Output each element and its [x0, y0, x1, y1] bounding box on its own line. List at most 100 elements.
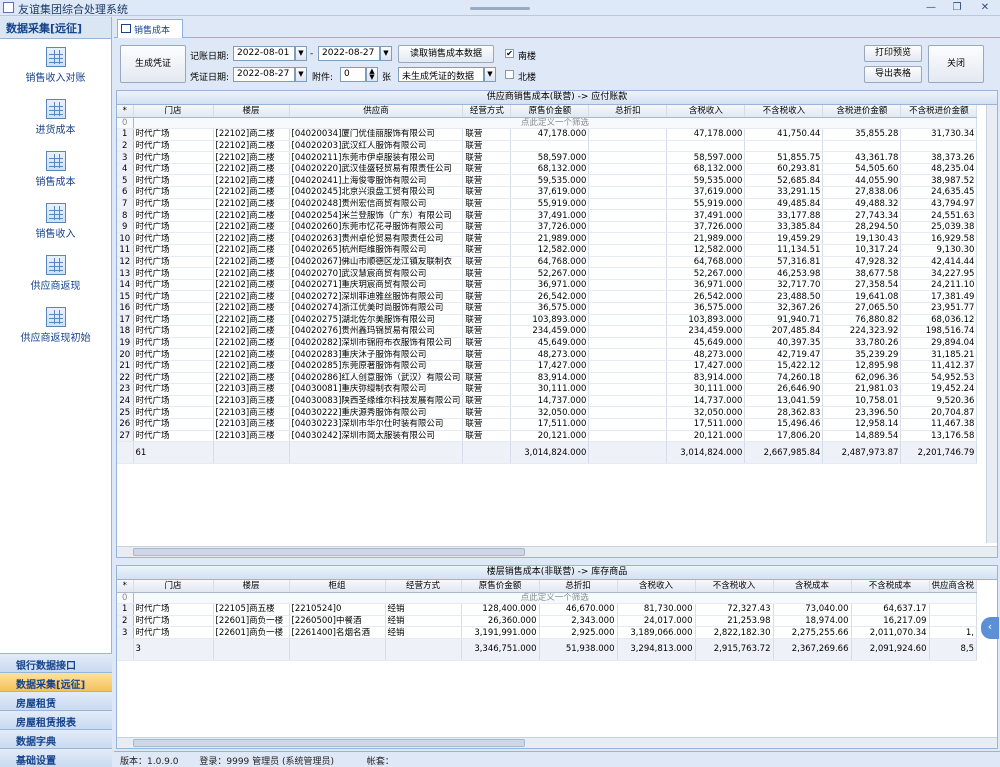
record-date-to-dropdown[interactable]: ▼ — [380, 46, 392, 61]
table-row[interactable]: 6 时代广场 [22102]商二楼 [04020245]北京兴浪盘工贸有限公司 联营 37… — [117, 186, 978, 199]
voucher-status-dropdown[interactable]: ▼ — [484, 67, 496, 82]
sidebar-category-0[interactable]: 银行数据接口 — [0, 653, 112, 672]
table-row[interactable]: 27 时代广场 [22103]商三楼 [04030242]深圳市简太服装有限公司 联营 2… — [117, 430, 978, 443]
table-row[interactable]: 19 时代广场 [22102]商二楼 [04020282]深圳市锦府布衣服饰有限公司联… — [117, 337, 978, 350]
tab-sales-cost[interactable]: 销售成本 — [117, 19, 183, 38]
column-header[interactable]: 含税收入 — [666, 105, 746, 118]
table-cell: 103,893.000 — [510, 314, 590, 327]
column-header[interactable]: * — [117, 580, 134, 593]
column-header[interactable]: 经营方式 — [385, 580, 462, 593]
close-window-button[interactable]: ✕ — [974, 0, 996, 15]
table-row[interactable]: 17 时代广场 [22102]商二楼 [04020275]湖北佐尔美服饰有限公司 联营 1… — [117, 314, 978, 327]
table-row[interactable]: 3 时代广场 [22601]商负一楼 [2261400]名烟名酒 经销 3,191,991… — [117, 626, 978, 639]
table-row[interactable]: 15 时代广场 [22102]商二楼 [04020272]深圳菲迪雅丝服饰有限公司 联营… — [117, 290, 978, 303]
table-cell: 联营 — [462, 267, 512, 280]
south-building-checkbox[interactable]: ✔ — [505, 49, 514, 58]
sidebar-category-4[interactable]: 数据字典 — [0, 729, 112, 748]
attachment-count-input[interactable]: 0 — [340, 67, 366, 82]
column-header[interactable]: 含税进价金额 — [822, 105, 902, 118]
voucher-date-input[interactable]: 2022-08-27 — [233, 67, 295, 82]
table-row[interactable]: 14 时代广场 [22102]商二楼 [04020271]重庆玥宸商贸有限公司 联营 36… — [117, 279, 978, 292]
sidebar-item-0[interactable]: 销售收入对账 — [0, 47, 111, 99]
table-cell — [588, 302, 668, 315]
sidebar-item-2[interactable]: 销售成本 — [0, 151, 111, 203]
table-row[interactable]: 2 时代广场 [22102]商二楼 [04020203]武汉红人服饰有限公司 联营 — [117, 140, 978, 153]
grid1-horizontal-scrollbar[interactable] — [117, 546, 997, 557]
table-row[interactable]: 21 时代广场 [22102]商二楼 [04020285]东莞原著服饰有限公司 联营 17… — [117, 360, 978, 373]
column-header[interactable]: 原售价金额 — [510, 105, 590, 118]
table-row[interactable]: 8 时代广场 [22102]商二楼 [04020254]米兰登服饰（广东）有限公司 联营… — [117, 209, 978, 222]
table-row[interactable]: 10 时代广场 [22102]商二楼 [04020263]贵州卓伦贸易有限责任公司 联营… — [117, 232, 978, 246]
record-date-to-input[interactable]: 2022-08-27 — [318, 46, 380, 61]
generate-voucher-button[interactable]: 生成凭证 — [120, 45, 186, 83]
filter-row[interactable]: 点此定义一个筛选 — [133, 117, 978, 130]
table-cell: [22102]商二楼 — [213, 151, 290, 164]
column-header[interactable]: 含税成本 — [773, 580, 852, 593]
expand-panel-icon[interactable]: ‹ — [981, 617, 999, 639]
table-row[interactable]: 18 时代广场 [22102]商二楼 [04020276]贵州鑫玛锦贸易有限公司 联营 2… — [117, 325, 978, 338]
column-header[interactable]: 楼层 — [213, 580, 290, 593]
sidebar-item-3[interactable]: 销售收入 — [0, 203, 111, 255]
sidebar-category-5[interactable]: 基础设置 — [0, 748, 112, 767]
table-row[interactable]: 13 时代广场 [22102]商二楼 [04020270]武汉慧宸商贸有限公司 联营 52… — [117, 267, 978, 280]
grid2-horizontal-scrollbar[interactable] — [117, 737, 997, 748]
filter-row[interactable]: 点此定义一个筛选 — [133, 592, 978, 605]
column-header[interactable]: 总折扣 — [588, 105, 668, 118]
table-row[interactable]: 3 时代广场 [22102]商二楼 [04020211]东莞市伊卓服装有限公司 联营 58… — [117, 151, 978, 164]
sidebar-item-5[interactable]: 供应商返现初始 — [0, 307, 111, 359]
table-row[interactable]: 1 时代广场 [22105]商五楼 [2210524]0 经销 128,400.000 46… — [117, 603, 978, 616]
table-row[interactable]: 11 时代广场 [22102]商二楼 [04020265]杭州皑维服饰有限公司 联营 12… — [117, 244, 978, 257]
table-row[interactable]: 24 时代广场 [22103]商三楼 [04030083]陕西圣缘维尔科技发展有限公司… — [117, 395, 978, 408]
column-header[interactable]: 不含税收入 — [744, 105, 824, 118]
column-header[interactable]: 经营方式 — [462, 105, 512, 118]
column-header[interactable]: 供应商含税 — [929, 580, 978, 593]
column-header[interactable]: 不含税成本 — [851, 580, 930, 593]
sidebar-item-4[interactable]: 供应商返现 — [0, 255, 111, 307]
column-header[interactable]: 楼层 — [213, 105, 290, 118]
read-sales-cost-button[interactable]: 读取销售成本数据 — [398, 45, 494, 63]
table-row[interactable]: 23 时代广场 [22103]商三楼 [04030081]重庆弥缦制衣有限公司 联营 30… — [117, 383, 978, 396]
column-header[interactable]: 柜组 — [289, 580, 386, 593]
table-cell: 联营 — [462, 418, 512, 431]
column-header[interactable]: 门店 — [133, 580, 214, 593]
close-button[interactable]: 关闭 — [928, 45, 984, 83]
column-header[interactable]: 门店 — [133, 105, 214, 118]
table-row[interactable]: 12 时代广场 [22102]商二楼 [04020267]佛山市顺德区龙江镇友联制衣联… — [117, 256, 978, 269]
table-row[interactable]: 5 时代广场 [22102]商二楼 [04020241]上海俊零服饰有限公司 联营 59,… — [117, 174, 978, 188]
column-header[interactable]: 总折扣 — [539, 580, 618, 593]
column-header[interactable]: 不含税进价金额 — [900, 105, 978, 118]
table-row[interactable]: 4 时代广场 [22102]商二楼 [04020220]武汉佳盛轻贸易有限责任公司 联营… — [117, 163, 978, 176]
table-row[interactable]: 25 时代广场 [22103]商三楼 [04030222]重庆源秀服饰有限公司 联营 32… — [117, 406, 978, 419]
column-header[interactable]: 含税收入 — [617, 580, 696, 593]
column-header[interactable]: 供应商 — [289, 105, 464, 118]
grid1-vertical-scrollbar[interactable] — [986, 105, 997, 543]
voucher-status-select[interactable]: 未生成凭证的数据 — [398, 67, 484, 82]
sidebar-category-3[interactable]: 房屋租赁报表 — [0, 710, 112, 729]
export-table-button[interactable]: 导出表格 — [864, 66, 922, 83]
column-header[interactable]: 不含税收入 — [695, 580, 774, 593]
table-row[interactable]: 26 时代广场 [22103]商三楼 [04030223]深圳市华尔仕时装有限公司 联营… — [117, 418, 978, 431]
table-cell: [04020203]武汉红人服饰有限公司 — [289, 140, 464, 153]
table-row[interactable]: 9 时代广场 [22102]商二楼 [04020260]东莞市忆花寻服饰有限公司 联营 3… — [117, 221, 978, 234]
sidebar-category-1[interactable]: 数据采集[远征] — [0, 672, 112, 691]
attachment-stepper[interactable]: ▲ ▼ — [366, 67, 378, 82]
column-header[interactable]: 原售价金额 — [461, 580, 540, 593]
table-cell — [588, 406, 668, 419]
table-row[interactable]: 22 时代广场 [22102]商二楼 [04020286]红人创意服饰（武汉）有限公司… — [117, 372, 978, 385]
north-building-checkbox[interactable] — [505, 70, 514, 79]
voucher-date-dropdown[interactable]: ▼ — [295, 67, 307, 82]
table-row[interactable]: 16 时代广场 [22102]商二楼 [04020274]浙江优美时尚服饰有限公司 联营… — [117, 302, 978, 315]
table-row[interactable]: 2 时代广场 [22601]商负一楼 [2260500]中餐酒 经销 26,360.000… — [117, 615, 978, 628]
minimize-button[interactable]: — — [920, 0, 942, 15]
print-preview-button[interactable]: 打印预览 — [864, 45, 922, 62]
record-date-from-dropdown[interactable]: ▼ — [295, 46, 307, 61]
column-header[interactable]: * — [117, 105, 134, 118]
sidebar-category-2[interactable]: 房屋租赁 — [0, 691, 112, 710]
table-row[interactable]: 1 时代广场 [22102]商二楼 [04020034]厦门优佳丽服饰有限公司 联营 47… — [117, 128, 978, 141]
table-row[interactable]: 7 时代广场 [22102]商二楼 [04020248]贵州宏信商贸有限公司 联营 55,… — [117, 198, 978, 211]
sidebar-item-1[interactable]: 进货成本 — [0, 99, 111, 151]
record-date-from-input[interactable]: 2022-08-01 — [233, 46, 295, 61]
table-cell — [510, 140, 590, 153]
table-row[interactable]: 20 时代广场 [22102]商二楼 [04020283]重庆沐子服饰有限公司 联营 48… — [117, 348, 978, 361]
restore-button[interactable]: ❐ — [946, 0, 968, 15]
